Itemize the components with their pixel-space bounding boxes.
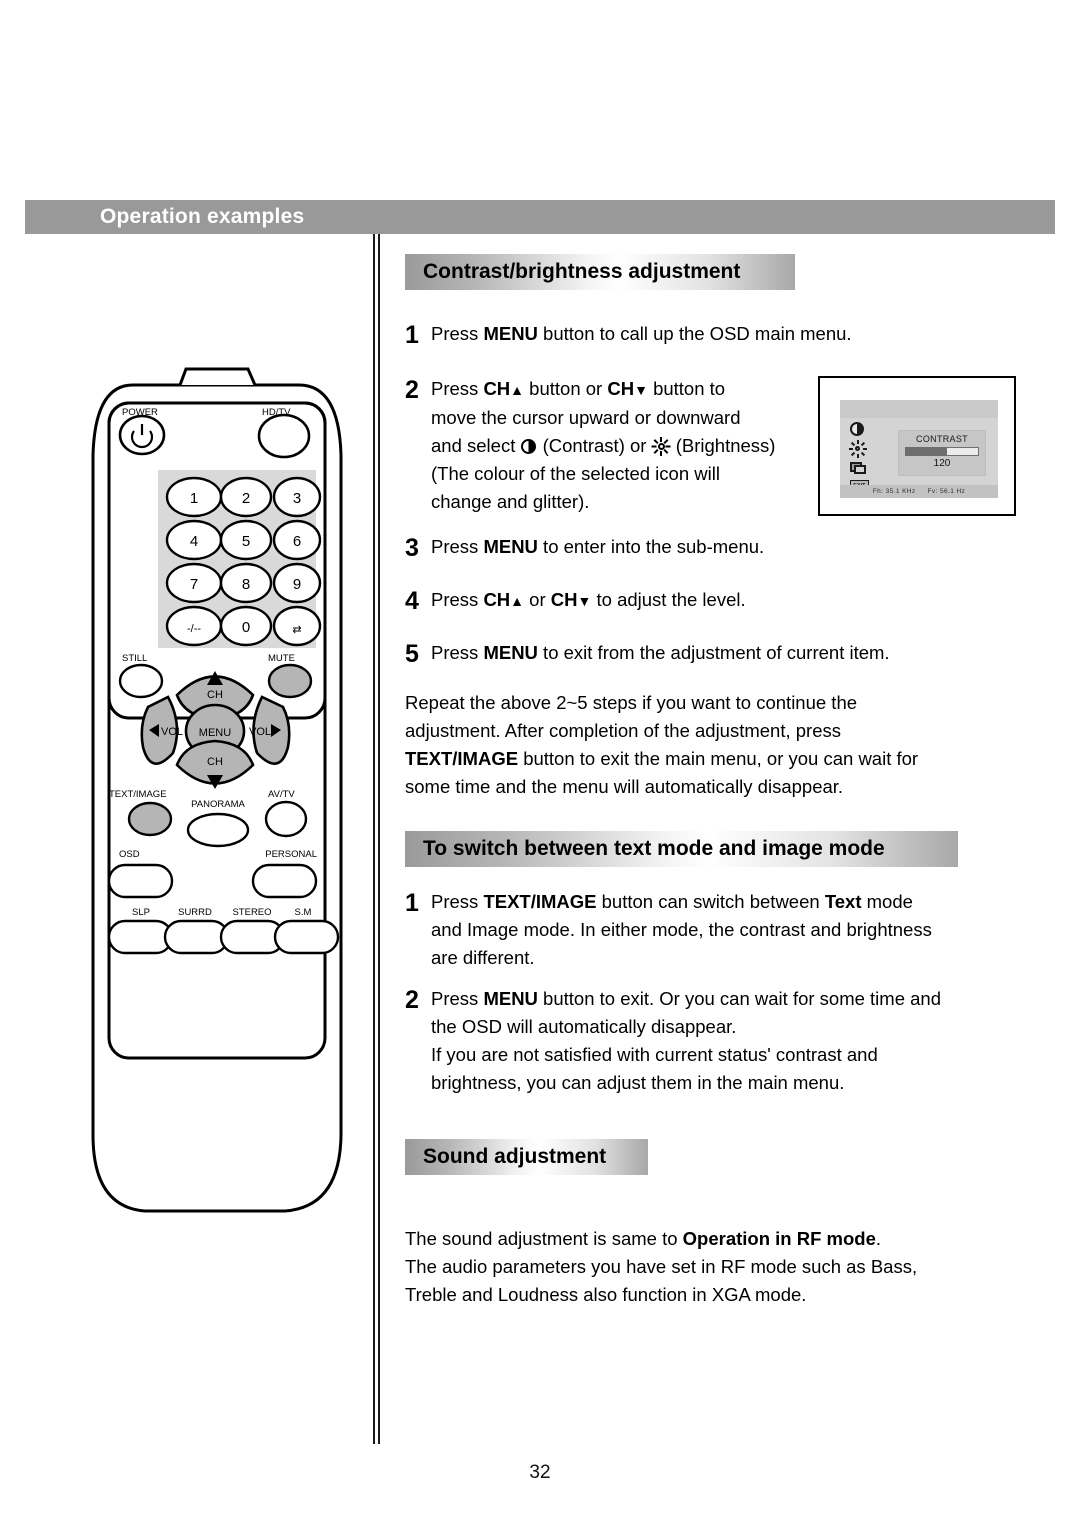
- remote-key-9: 9: [293, 576, 301, 593]
- remote-key-5: 5: [242, 533, 250, 550]
- osd-screen-illustration: EXIT CONTRAST 120 Fh: 35.1 KHz Fv: 56.1 …: [818, 376, 1016, 516]
- remote-key-swap: ⇄: [292, 624, 301, 636]
- textimage-step-1-text: Press TEXT/IMAGE button can switch betwe…: [431, 891, 932, 968]
- remote-vol-left-label: VOL: [161, 726, 183, 738]
- remote-key-0: 0: [242, 619, 250, 636]
- column-divider: [373, 234, 381, 1444]
- osd-fv: Fv: 56.1 Hz: [927, 488, 966, 495]
- remote-vol-right-label: VOL: [249, 726, 271, 738]
- contrast-icon: [850, 422, 864, 436]
- step-5: 5 Press MENU to exit from the adjustment…: [405, 640, 890, 668]
- step-2-text: Press CH▲ button or CH▼ button to move th…: [431, 378, 776, 512]
- osd-icon-column: EXIT: [849, 422, 880, 491]
- osd-level-fill: [906, 448, 948, 455]
- osd-status-bar: Fh: 35.1 KHz Fv: 56.1 Hz: [840, 485, 998, 498]
- remote-ch-up-label: CH: [207, 689, 223, 701]
- osd-contrast-panel: CONTRAST 120: [898, 430, 986, 476]
- recall-icon: [850, 462, 867, 475]
- remote-key-8: 8: [242, 576, 250, 593]
- remote-sm-label: S.M: [295, 907, 312, 918]
- step-1-text: Press MENU button to call up the OSD mai…: [431, 323, 852, 344]
- heading-contrast-brightness: Contrast/brightness adjustment: [405, 254, 795, 290]
- repeat-paragraph: Repeat the above 2~5 steps if you want t…: [405, 692, 919, 797]
- remote-stereo-label: STEREO: [232, 907, 271, 918]
- remote-panorama-label: PANORAMA: [191, 799, 245, 810]
- remote-slp-label: SLP: [132, 907, 150, 918]
- remote-surrd-label: SURRD: [178, 907, 212, 918]
- osd-menu-title: CONTRAST: [916, 434, 968, 444]
- osd-fh: Fh: 35.1 KHz: [872, 488, 916, 495]
- heading-sound-adjustment: Sound adjustment: [405, 1139, 648, 1175]
- osd-level-track: [905, 447, 979, 456]
- page-title: Operation examples: [100, 205, 305, 228]
- remote-ch-down-label: CH: [207, 756, 223, 768]
- remote-mute-label: MUTE: [268, 653, 295, 664]
- remote-key-3: 3: [293, 490, 301, 507]
- remote-key-2: 2: [242, 490, 250, 507]
- step-4: 4 Press CH▲ or CH▼ to adjust the level.: [405, 587, 746, 615]
- step-3: 3 Press MENU to enter into the sub-menu.: [405, 534, 765, 562]
- step-1: 1 Press MENU button to call up the OSD m…: [405, 321, 852, 349]
- textimage-step-1: 1 Press TEXT/IMAGE button can switch bet…: [405, 888, 1005, 972]
- remote-key-6: 6: [293, 533, 301, 550]
- remote-osd-label: OSD: [119, 849, 140, 860]
- sound-paragraph: The sound adjustment is same to Operatio…: [405, 1228, 918, 1305]
- osd-screen: EXIT CONTRAST 120 Fh: 35.1 KHz Fv: 56.1 …: [840, 400, 998, 498]
- osd-topbar: [840, 400, 998, 418]
- section-banner: Operation examples: [25, 200, 1055, 234]
- remote-key-1: 1: [190, 490, 198, 507]
- remote-menu-label: MENU: [199, 727, 231, 739]
- remote-still-label: STILL: [122, 653, 147, 664]
- remote-control-illustration: POWER HD/TV 1 2 3 4 5 6 7 8 9 -/-- 0 ⇄ S…: [85, 345, 355, 1235]
- remote-avtv-label: AV/TV: [268, 789, 295, 800]
- remote-textimage-label: TEXT/IMAGE: [109, 789, 167, 800]
- remote-key-4: 4: [190, 533, 198, 550]
- step-2: 2 Press CH▲ button or CH▼ button to move …: [405, 375, 825, 516]
- textimage-step-2-text: Press MENU button to exit. Or you can wa…: [431, 988, 942, 1093]
- step-3-text: Press MENU to enter into the sub-menu.: [431, 536, 765, 557]
- heading-text-image-mode: To switch between text mode and image mo…: [405, 831, 958, 867]
- manual-page: Operation examples POWER HD/TV 1 2 3 4 5…: [0, 0, 1080, 1527]
- remote-personal-label: PERSONAL: [265, 849, 317, 860]
- brightness-icon: [849, 440, 867, 458]
- contrast-icon: [521, 439, 537, 454]
- textimage-step-2: 2 Press MENU button to exit. Or you can …: [405, 985, 1005, 1097]
- brightness-icon: [651, 437, 671, 456]
- step-5-text: Press MENU to exit from the adjustment o…: [431, 642, 890, 663]
- page-number: 32: [529, 1462, 551, 1483]
- remote-key-7: 7: [190, 576, 198, 593]
- remote-key-dash: -/--: [187, 623, 201, 635]
- step-4-text: Press CH▲ or CH▼ to adjust the level.: [431, 589, 746, 610]
- osd-level-value: 120: [933, 458, 951, 469]
